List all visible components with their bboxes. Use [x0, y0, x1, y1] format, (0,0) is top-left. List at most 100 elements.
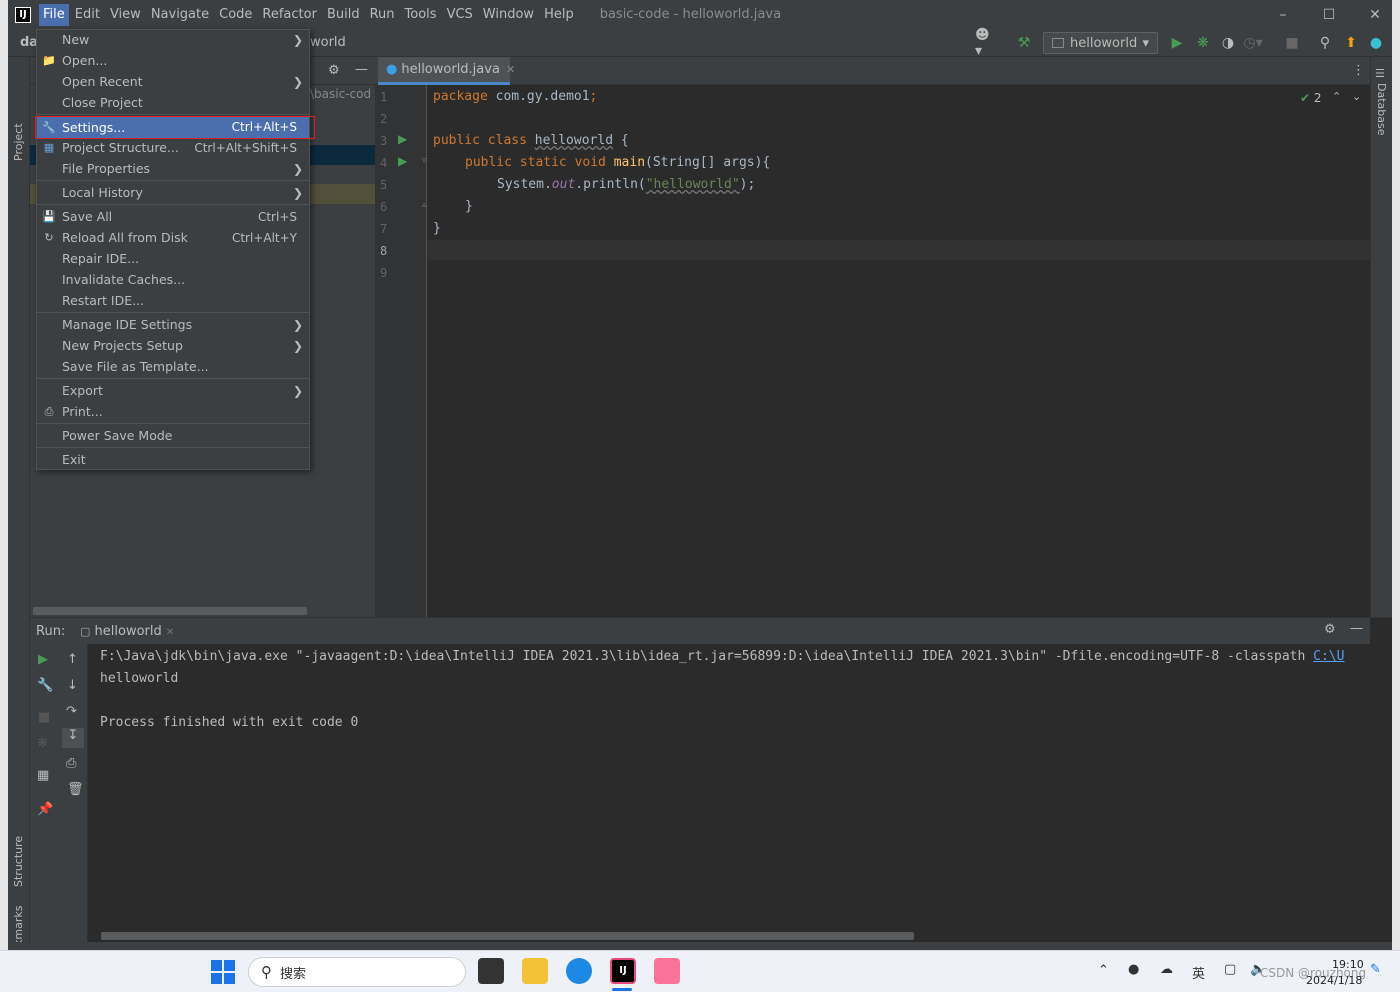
more-options-icon[interactable]: ⋮ — [1352, 63, 1365, 78]
hide-panel-icon[interactable]: — — [1350, 621, 1363, 636]
wrench-icon[interactable]: 🔧 — [37, 678, 53, 693]
plugin-icon[interactable]: ● — [1366, 33, 1386, 53]
menu-view[interactable]: View — [106, 4, 145, 26]
clock-date[interactable]: 2024/1/18 — [1306, 974, 1362, 987]
debug-icon[interactable]: ❋ — [1193, 33, 1213, 53]
taskbar-search[interactable]: ⚲ 搜索 — [248, 957, 466, 987]
settings-gear-icon[interactable]: ⚙ — [328, 63, 340, 78]
console-link[interactable]: C:\U — [1313, 649, 1344, 664]
fold-icon[interactable]: ▿ — [422, 156, 427, 166]
tab-helloworld-java[interactable]: ● helloworld.java ✕ — [378, 57, 515, 85]
chevron-right-icon: ❯ — [292, 161, 303, 176]
file-menu-item[interactable]: Restart IDE... — [37, 290, 309, 311]
network-icon[interactable]: ☁ — [1160, 962, 1173, 977]
debug-icon[interactable]: ❋ — [37, 736, 48, 751]
task-view-icon[interactable] — [478, 958, 504, 984]
rerun-icon[interactable]: ▶ — [38, 652, 48, 667]
trash-icon[interactable]: 🗑 — [67, 782, 84, 797]
run-gutter-icon[interactable]: ▶ — [398, 132, 407, 146]
file-menu-item[interactable]: New ❯ — [37, 29, 309, 50]
clock-time[interactable]: 19:10 — [1332, 958, 1364, 971]
file-menu-item[interactable]: Manage IDE Settings ❯ — [37, 314, 309, 335]
file-explorer-icon[interactable] — [522, 958, 548, 984]
hide-panel-icon[interactable]: — — [355, 62, 368, 77]
file-menu-item[interactable]: ▦ Project Structure... Ctrl+Alt+Shift+S — [37, 137, 309, 158]
tool-database[interactable]: Database — [1375, 83, 1388, 136]
file-menu-item[interactable]: ⎙ Print... — [37, 401, 309, 422]
maximize-icon[interactable]: ☐ — [1306, 0, 1352, 29]
tool-structure[interactable]: Structure — [12, 836, 25, 887]
line-number: 9 — [380, 266, 388, 280]
menu-window[interactable]: Window — [479, 4, 538, 26]
menu-build[interactable]: Build — [323, 4, 364, 26]
file-menu-item[interactable]: New Projects Setup ❯ — [37, 335, 309, 356]
minimize-icon[interactable]: – — [1260, 0, 1306, 29]
run-tab[interactable]: ▢ helloworld ✕ — [80, 624, 174, 639]
layout-icon[interactable]: ▦ — [37, 768, 49, 783]
chevron-down-icon[interactable]: ⌄ — [1352, 90, 1361, 103]
run-icon[interactable]: ▶ — [1167, 33, 1187, 53]
intellij-taskbar-icon[interactable]: IJ — [610, 958, 636, 984]
pin-icon[interactable]: 📌 — [37, 802, 53, 817]
fold-icon[interactable]: ▵ — [422, 200, 427, 210]
scroll-to-end-icon[interactable]: ↧ — [62, 728, 84, 748]
print-icon[interactable]: ⎙ — [66, 756, 76, 771]
chevron-right-icon: ❯ — [292, 185, 303, 200]
bilibili-icon[interactable] — [654, 958, 680, 984]
menu-help[interactable]: Help — [540, 4, 578, 26]
stop-icon[interactable]: ■ — [38, 710, 50, 725]
stop-icon[interactable]: ■ — [1282, 33, 1302, 53]
file-menu-item[interactable]: 💾 Save All Ctrl+S — [37, 206, 309, 227]
file-menu-item[interactable]: ↻ Reload All from Disk Ctrl+Alt+Y — [37, 227, 309, 248]
run-gutter-icon[interactable]: ▶ — [398, 154, 407, 168]
ime-indicator[interactable]: 英 — [1192, 963, 1205, 982]
file-menu-item[interactable]: Export ❯ — [37, 380, 309, 401]
file-menu-item[interactable]: Repair IDE... — [37, 248, 309, 269]
file-menu-item[interactable]: File Properties ❯ — [37, 158, 309, 179]
qq-icon[interactable]: ● — [1128, 962, 1139, 977]
file-menu-item[interactable]: Power Save Mode — [37, 425, 309, 446]
inspection-widget[interactable]: ✔ 2 — [1300, 91, 1322, 105]
menu-vcs[interactable]: VCS — [443, 4, 477, 26]
coverage-icon[interactable]: ◑ — [1218, 33, 1238, 53]
code-token: com.gy.demo1 — [487, 89, 590, 104]
menu-tools[interactable]: Tools — [401, 4, 441, 26]
file-menu-item[interactable]: Open Recent ❯ — [37, 71, 309, 92]
tray-chevron-up-icon[interactable]: ⌃ — [1098, 963, 1109, 978]
file-menu-item[interactable]: Local History ❯ — [37, 182, 309, 203]
file-menu-item[interactable]: Exit — [37, 449, 309, 470]
breadcrumb-file[interactable]: world — [310, 35, 346, 50]
display-icon[interactable]: ▢ — [1224, 962, 1236, 977]
menu-run[interactable]: Run — [366, 4, 399, 26]
project-scrollbar[interactable] — [33, 607, 307, 615]
build-hammer-icon[interactable]: ⚒ — [1014, 33, 1034, 53]
close-tab-icon[interactable]: ✕ — [506, 63, 515, 76]
settings-gear-icon[interactable]: ⚙ — [1324, 622, 1336, 637]
chevron-up-icon[interactable]: ⌃ — [1332, 90, 1341, 103]
run-config-selector[interactable]: helloworld ▾ — [1043, 32, 1158, 54]
menu-file[interactable]: File — [39, 3, 69, 26]
file-menu-item[interactable]: Invalidate Caches... — [37, 269, 309, 290]
profiler-icon[interactable]: ◷▾ — [1243, 33, 1263, 53]
console-scrollbar[interactable] — [101, 932, 914, 940]
menu-refactor[interactable]: Refactor — [258, 4, 321, 26]
close-icon[interactable]: ✕ — [1352, 0, 1398, 29]
file-menu-item[interactable]: Save File as Template... — [37, 356, 309, 377]
menu-navigate[interactable]: Navigate — [147, 4, 213, 26]
user-icon[interactable]: ☻▾ — [975, 27, 995, 59]
windows-start-icon[interactable] — [211, 960, 235, 984]
window-title: basic-code - helloworld.java — [599, 7, 782, 22]
update-icon[interactable]: ⬆ — [1341, 33, 1361, 53]
file-menu-item[interactable]: 📁 Open... — [37, 50, 309, 71]
arrow-down-icon[interactable]: ↓ — [67, 678, 78, 693]
notification-icon[interactable]: ✎ — [1370, 962, 1381, 977]
search-icon[interactable]: ⚲ — [1315, 33, 1335, 53]
tool-project[interactable]: Project — [12, 123, 25, 161]
arrow-up-icon[interactable]: ↑ — [67, 652, 78, 667]
close-tab-icon[interactable]: ✕ — [166, 627, 174, 638]
soft-wrap-icon[interactable]: ↷ — [66, 704, 77, 719]
edge-browser-icon[interactable] — [566, 958, 592, 984]
menu-code[interactable]: Code — [215, 4, 256, 26]
menu-edit[interactable]: Edit — [71, 4, 104, 26]
file-menu-item[interactable]: Close Project — [37, 92, 309, 113]
